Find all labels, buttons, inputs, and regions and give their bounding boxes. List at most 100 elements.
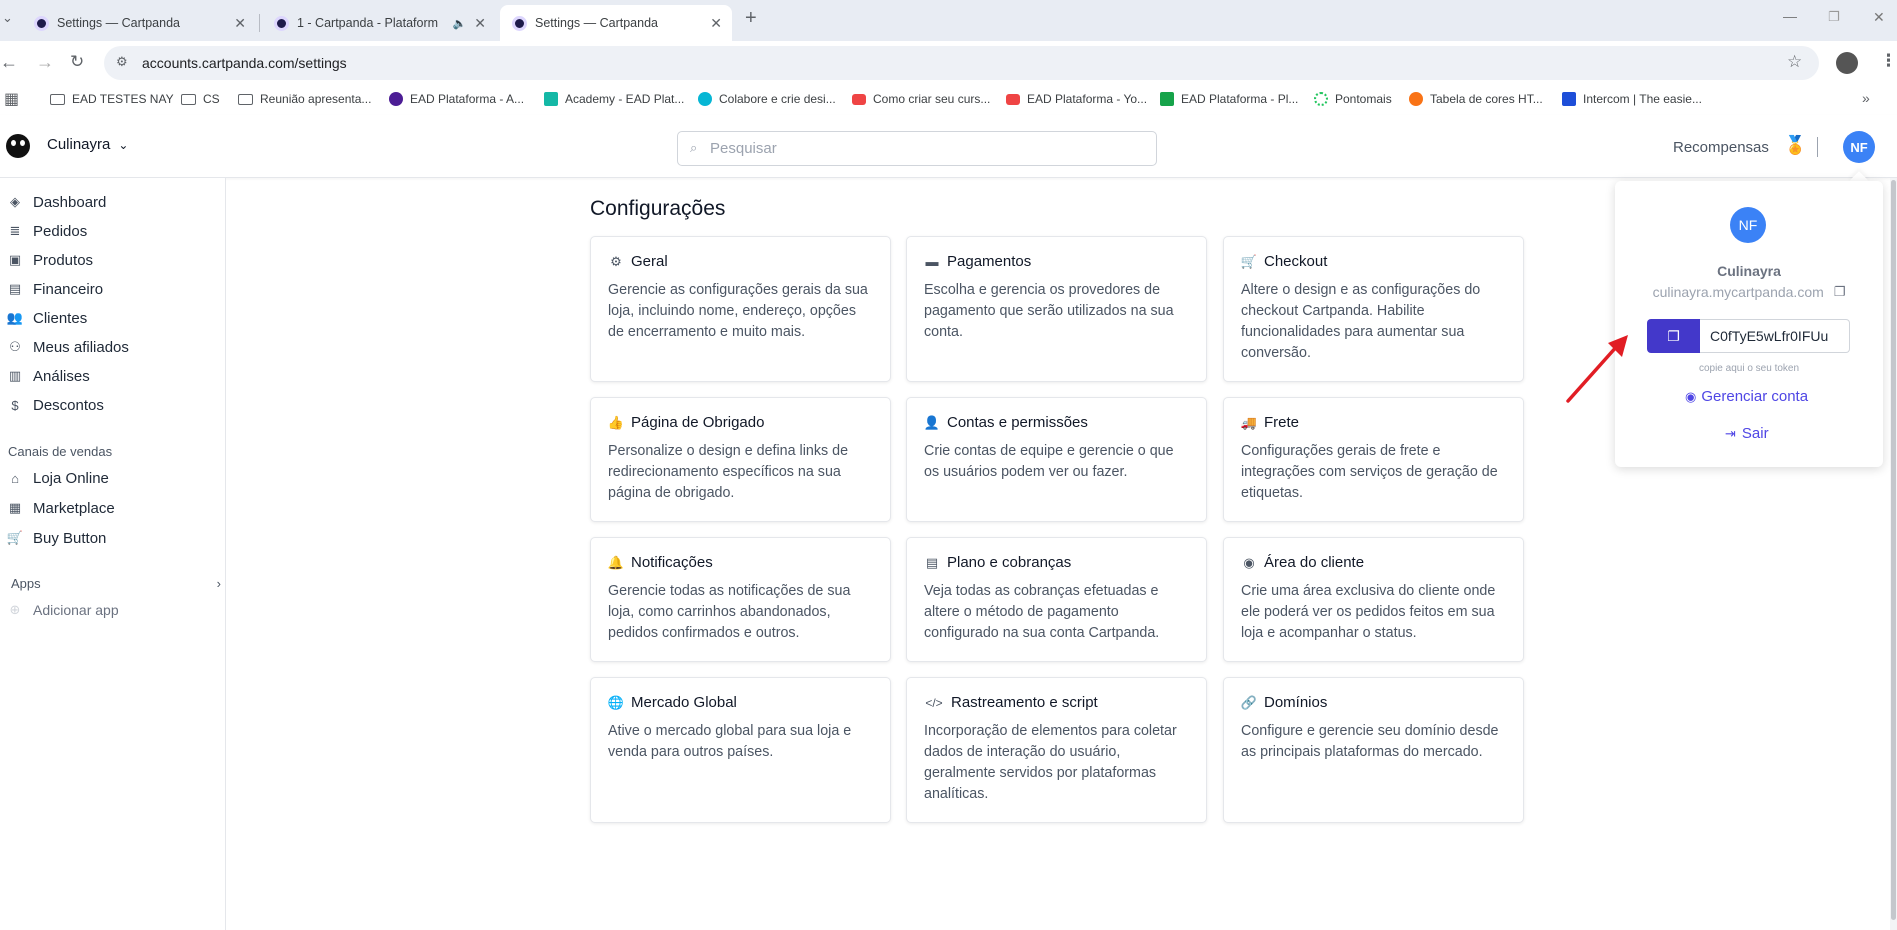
cartpanda-logo-icon[interactable] (6, 134, 30, 158)
sidebar-item-financeiro[interactable]: ▤ Financeiro (0, 276, 225, 302)
sidebar-item-afiliados[interactable]: ⚇ Meus afiliados (0, 334, 225, 360)
page-title: Configurações (590, 197, 726, 220)
app-header: Culinayra ⌄ ⌕ Recompensas 🏅 NF (0, 115, 1897, 178)
card-description: Personalize o design e defina links de r… (608, 443, 849, 501)
site-info-icon[interactable]: ⚙ (116, 54, 128, 70)
browser-tab-3-active[interactable]: Settings — Cartpanda ✕ (500, 5, 732, 41)
settings-card-pagamentos[interactable]: ▬ Pagamentos Escolha e gerencia os proved… (906, 236, 1207, 382)
apps-grid-icon[interactable]: ▦ (4, 89, 19, 109)
user-icon: 👤 (923, 414, 941, 430)
tab-divider (259, 14, 260, 32)
rewards-link[interactable]: Recompensas (1673, 139, 1769, 156)
settings-card-area-cliente[interactable]: ◉ Área do cliente Crie uma área exclusiva… (1223, 537, 1524, 662)
bookmark-item[interactable]: CS (181, 92, 220, 106)
speaker-icon[interactable]: 🔈 (453, 17, 467, 30)
bookmark-item[interactable]: Como criar seu curs... (852, 92, 990, 106)
card-title: Geral (631, 253, 668, 270)
settings-card-plano[interactable]: ▤ Plano e cobranças Veja todas as cobranç… (906, 537, 1207, 662)
medal-icon[interactable]: 🏅 (1784, 135, 1806, 156)
youtube-icon (1006, 93, 1020, 105)
card-description: Veja todas as cobranças efetuadas e alte… (924, 583, 1160, 641)
database-icon: ≣ (9, 223, 21, 238)
new-tab-icon[interactable]: + (745, 7, 757, 30)
sidebar-item-clientes[interactable]: 👥 Clientes (0, 305, 225, 331)
sidebar-item-pedidos[interactable]: ≣ Pedidos (0, 218, 225, 244)
bookmark-item[interactable]: Academy - EAD Plat... (544, 92, 684, 106)
scrollbar-thumb[interactable] (1891, 180, 1896, 920)
bookmark-item[interactable]: Intercom | The easie... (1562, 92, 1702, 106)
bookmark-item[interactable]: EAD TESTES NAY (50, 92, 174, 106)
settings-card-geral[interactable]: ⚙ Geral Gerencie as configurações gerais … (590, 236, 891, 382)
copy-domain-icon[interactable]: ❐ (1834, 284, 1846, 300)
folder-icon (238, 93, 253, 105)
browser-menu-icon[interactable]: ⋮ (1880, 51, 1897, 71)
token-field[interactable] (1700, 319, 1850, 353)
settings-card-dominios[interactable]: 🔗 Domínios Configure e gerencie seu domín… (1223, 677, 1524, 823)
browser-tab-2[interactable]: 1 - Cartpanda - Plataform 🔈 ✕ (262, 5, 496, 41)
manage-account-link[interactable]: ◉ Gerenciar conta (1685, 388, 1808, 405)
sidebar-item-descontos[interactable]: $ Descontos (0, 392, 225, 418)
bookmark-star-icon[interactable]: ☆ (1787, 52, 1802, 72)
settings-card-checkout[interactable]: 🛒 Checkout Altere o design e as configura… (1223, 236, 1524, 382)
user-avatar[interactable]: NF (1843, 131, 1875, 163)
settings-card-frete[interactable]: 🚚 Frete Configurações gerais de frete e i… (1223, 397, 1524, 522)
bookmark-item[interactable]: Reunião apresenta... (238, 92, 371, 106)
close-window-icon[interactable]: ✕ (1873, 9, 1885, 26)
close-tab-icon[interactable]: ✕ (710, 15, 722, 32)
tab-title: Settings — Cartpanda (535, 16, 658, 30)
sidebar-item-add-app[interactable]: ⊕ Adicionar app (0, 597, 225, 623)
card-description: Gerencie as configurações gerais da sua … (608, 282, 868, 340)
bookmark-item[interactable]: EAD Plataforma - A... (389, 92, 524, 106)
bookmark-item[interactable]: Colabore e crie desi... (698, 92, 836, 106)
settings-card-contas[interactable]: 👤 Contas e permissões Crie contas de equi… (906, 397, 1207, 522)
sidebar: ◈ Dashboard ≣ Pedidos ▣ Produtos ▤ Financeir… (0, 178, 226, 930)
profile-avatar-icon[interactable] (1836, 52, 1858, 74)
bookmark-item[interactable]: Tabela de cores HT... (1409, 92, 1543, 106)
settings-card-mercado-global[interactable]: 🌐 Mercado Global Ative o mercado global p… (590, 677, 891, 823)
search-box[interactable]: ⌕ (677, 131, 1157, 166)
copy-token-button[interactable]: ❐ (1647, 319, 1700, 353)
sidebar-item-analises[interactable]: ▥ Análises (0, 363, 225, 389)
bookmark-item[interactable]: EAD Plataforma - Pl... (1160, 92, 1298, 106)
thumbs-up-icon: 👍 (607, 414, 625, 430)
settings-card-obrigado[interactable]: 👍 Página de Obrigado Personalize o design… (590, 397, 891, 522)
address-bar[interactable]: ⚙ accounts.cartpanda.com/settings ☆ (104, 46, 1819, 80)
sidebar-item-marketplace[interactable]: ▦ Marketplace (0, 495, 225, 521)
sidebar-item-loja-online[interactable]: ⌂ Loja Online (0, 465, 225, 491)
card-description: Incorporação de elementos para coletar d… (924, 723, 1177, 802)
finance-icon: ▤ (8, 281, 22, 296)
card-title: Mercado Global (631, 694, 737, 711)
analytics-icon: ▥ (8, 368, 22, 383)
settings-card-rastreamento[interactable]: </> Rastreamento e script Incorporação de… (906, 677, 1207, 823)
browser-tab-1[interactable]: Settings — Cartpanda ✕ (22, 5, 256, 41)
card-title: Área do cliente (1264, 554, 1365, 571)
sidebar-item-buy-button[interactable]: 🛒 Buy Button (0, 525, 225, 551)
bookmark-item[interactable]: Pontomais (1314, 92, 1392, 106)
sidebar-item-label: Buy Button (33, 529, 107, 547)
page-scrollbar[interactable] (1890, 178, 1897, 930)
back-icon[interactable]: ← (0, 52, 18, 73)
forward-icon[interactable]: → (36, 52, 54, 73)
reload-icon[interactable]: ↻ (70, 52, 84, 72)
bookmarks-overflow-icon[interactable]: » (1862, 90, 1870, 106)
sidebar-item-dashboard[interactable]: ◈ Dashboard (0, 189, 225, 215)
popover-avatar: NF (1730, 207, 1766, 243)
store-selector[interactable]: Culinayra ⌄ (47, 136, 128, 153)
logout-link[interactable]: ⇥ Sair (1725, 425, 1769, 442)
restore-window-icon[interactable]: ❐ (1828, 9, 1840, 25)
apps-section-toggle[interactable]: Apps › (11, 576, 221, 591)
site-icon (1562, 92, 1576, 106)
minimize-window-icon[interactable]: — (1783, 8, 1797, 24)
tab-search-icon[interactable]: ⌄ (2, 10, 13, 26)
url-text[interactable]: accounts.cartpanda.com/settings (142, 55, 347, 71)
bookmark-item[interactable]: EAD Plataforma - Yo... (1006, 92, 1147, 106)
settings-card-notificacoes[interactable]: 🔔 Notificações Gerencie todas as notifica… (590, 537, 891, 662)
sidebar-item-produtos[interactable]: ▣ Produtos (0, 247, 225, 273)
store-icon: ▦ (8, 500, 22, 515)
truck-icon: 🚚 (1240, 414, 1258, 430)
sidebar-item-label: Produtos (33, 251, 94, 269)
close-tab-icon[interactable]: ✕ (474, 15, 486, 32)
close-tab-icon[interactable]: ✕ (234, 15, 246, 32)
search-input[interactable] (710, 132, 1150, 165)
card-description: Ative o mercado global para sua loja e v… (608, 723, 852, 760)
